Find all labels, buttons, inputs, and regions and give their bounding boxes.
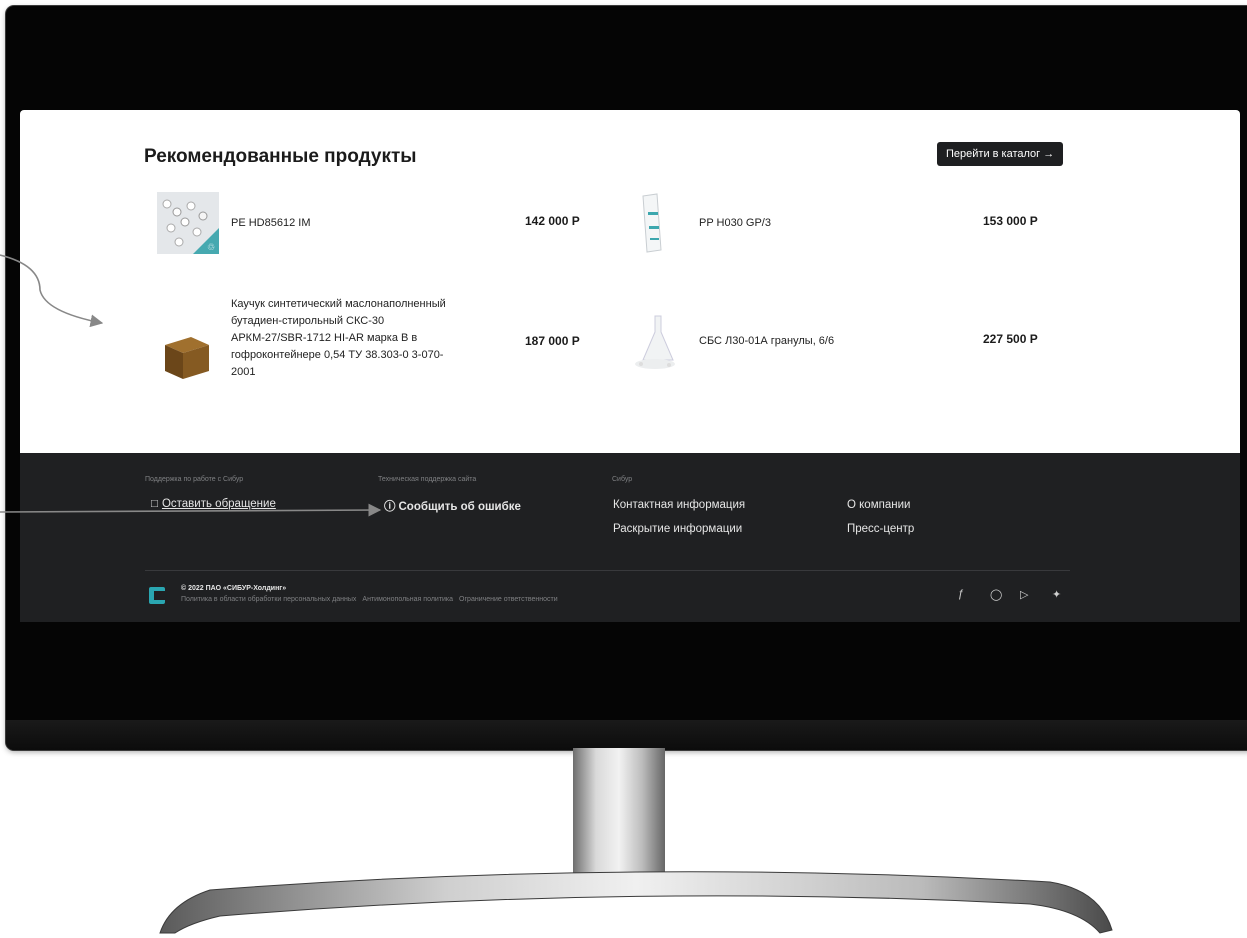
product-image: ♲	[157, 192, 219, 254]
product-price: 153 000 Р	[983, 214, 1038, 228]
granules-flask-image-icon	[635, 315, 675, 369]
youtube-icon[interactable]: ▷	[1020, 588, 1028, 601]
report-error-link[interactable]: ⓘ Сообщить об ошибке	[384, 498, 521, 514]
product-name[interactable]: СБС Л30-01А гранулы, 6/6	[699, 333, 834, 350]
support-label: Поддержка по работе с Сибур	[145, 476, 244, 483]
product-image	[157, 323, 219, 385]
sibur-logo-icon[interactable]	[149, 587, 165, 604]
instagram-icon[interactable]: ◯	[990, 588, 1002, 601]
site-footer: Поддержка по работе с Сибур □ Оставить об…	[20, 453, 1240, 622]
twitter-icon[interactable]: ✦	[1052, 588, 1061, 601]
tech-support-label: Техническая поддержка сайта	[378, 476, 477, 483]
footer-divider	[145, 570, 1070, 571]
product-name[interactable]: PP H030 GP/3	[699, 215, 771, 232]
bag-image-icon	[642, 193, 662, 253]
product-image	[625, 192, 687, 254]
chat-icon: □	[151, 498, 158, 510]
sibur-label: Сибур	[612, 476, 633, 483]
footer-link-disclosure[interactable]: Раскрытие информации	[613, 523, 742, 535]
footer-link-contacts[interactable]: Контактная информация	[613, 499, 745, 511]
website-screen: Рекомендованные продукты Перейти в катал…	[20, 110, 1240, 622]
legal-link-disclaimer[interactable]: Ограничение ответственности	[459, 596, 558, 603]
svg-text:♲: ♲	[207, 243, 215, 253]
monitor-stand-base	[159, 871, 1113, 934]
catalog-button[interactable]: Перейти в каталог →	[937, 142, 1064, 166]
product-card[interactable]: PP H030 GP/3 153 000 Р	[625, 191, 1065, 255]
product-name[interactable]: PE HD85612 IM	[231, 215, 310, 232]
legal-link-antimonopoly[interactable]: Антимонопольная политика	[362, 596, 453, 603]
facebook-icon[interactable]: ƒ	[958, 588, 964, 600]
section-title: Рекомендованные продукты	[144, 146, 417, 167]
copyright: © 2022 ПАО «СИБУР-Холдинг»	[181, 585, 287, 592]
product-price: 187 000 Р	[525, 334, 580, 348]
footer-link-about[interactable]: О компании	[847, 499, 910, 511]
product-name[interactable]: Каучук синтетический маслонаполненный бу…	[231, 296, 461, 381]
product-card[interactable]: Каучук синтетический маслонаполненный бу…	[157, 295, 597, 395]
product-card[interactable]: ♲ PE HD85612 IM 142 000 Р	[157, 191, 597, 255]
rubber-block-image-icon	[165, 337, 209, 379]
product-image	[625, 310, 687, 372]
monitor-bezel	[6, 720, 1247, 750]
leave-request-link[interactable]: □ Оставить обращение	[151, 498, 276, 510]
legal-link-privacy[interactable]: Политика в области обработки персональны…	[181, 596, 356, 603]
product-price: 142 000 Р	[525, 214, 580, 228]
info-circle-icon: ⓘ	[384, 501, 396, 513]
pellets-image-icon: ♲	[157, 192, 219, 254]
product-price: 227 500 Р	[983, 332, 1038, 346]
footer-link-press[interactable]: Пресс-центр	[847, 523, 914, 535]
legal-links: Политика в области обработки персональны…	[181, 596, 564, 603]
product-card[interactable]: СБС Л30-01А гранулы, 6/6 227 500 Р	[625, 305, 1065, 377]
